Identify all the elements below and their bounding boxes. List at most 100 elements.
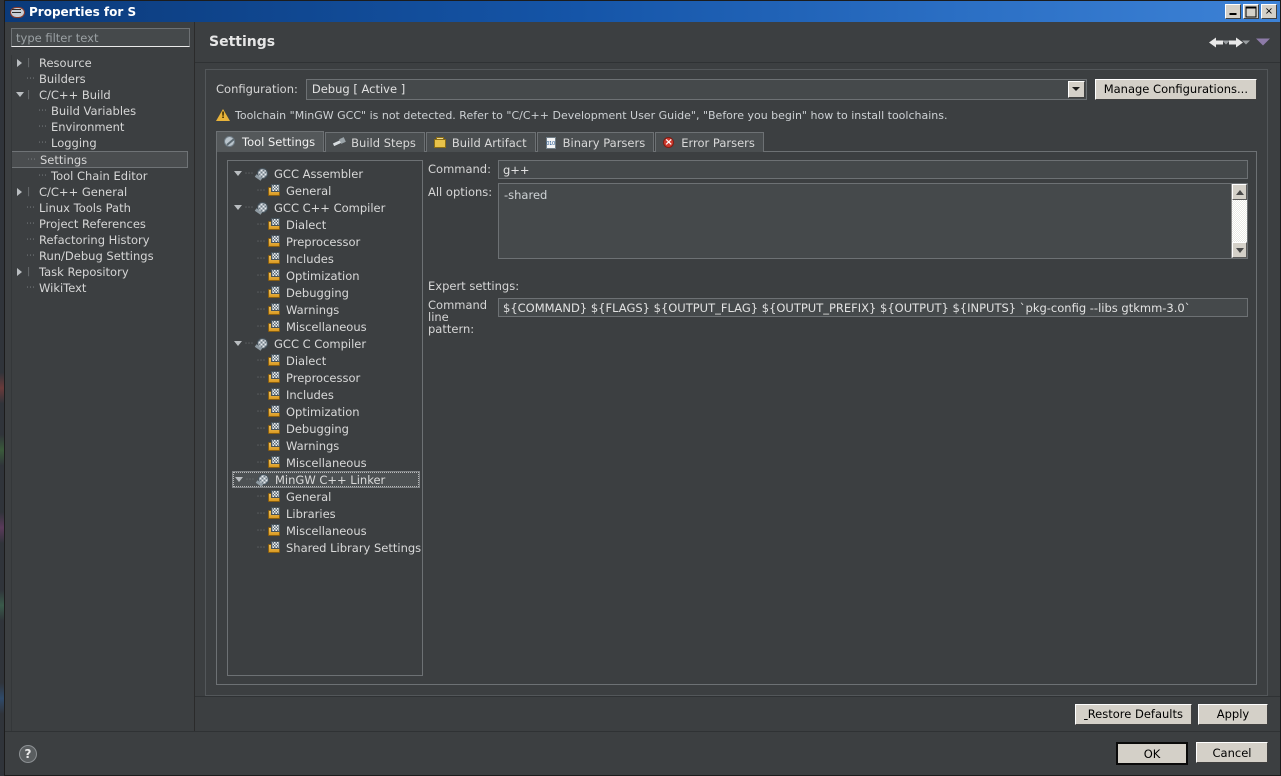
tool-tree-item-warnings[interactable]: ⋯Warnings xyxy=(232,437,420,454)
scroll-up-icon[interactable] xyxy=(1232,184,1247,200)
tree-spacer xyxy=(14,232,26,248)
chevron-right-icon[interactable] xyxy=(14,184,26,200)
folder-icon xyxy=(267,286,282,300)
tool-tree-item-debugging[interactable]: ⋯Debugging xyxy=(232,284,420,301)
tool-tree-item-preprocessor[interactable]: ⋯Preprocessor xyxy=(232,233,420,250)
all-options-textarea[interactable]: -shared xyxy=(498,183,1248,259)
tool-tree-item-miscellaneous[interactable]: ⋯Miscellaneous xyxy=(232,522,420,539)
chevron-down-icon[interactable] xyxy=(233,471,244,488)
tool-tree-item-includes[interactable]: ⋯Includes xyxy=(232,386,420,403)
tree-guide: ⋯ xyxy=(255,271,267,281)
minimize-button[interactable] xyxy=(1225,4,1241,19)
sidebar-item-c-c-build[interactable]: │C/C++ Build xyxy=(12,87,190,103)
sidebar-item-build-variables[interactable]: ⋯Build Variables xyxy=(12,103,190,119)
filter-input[interactable]: type filter text xyxy=(11,28,190,47)
cancel-button[interactable]: Cancel xyxy=(1196,742,1268,763)
dialog-body: type filter text │Resource⋯Builders│C/C+… xyxy=(5,22,1280,731)
sidebar-item-project-references[interactable]: ⋯Project References xyxy=(12,216,190,232)
maximize-button[interactable] xyxy=(1243,4,1259,19)
sidebar-item-c-c-general[interactable]: │C/C++ General xyxy=(12,184,190,200)
help-icon[interactable]: ? xyxy=(19,745,37,763)
tree-guide: ⋯ xyxy=(255,390,267,400)
restore-defaults-button[interactable]: Restore Defaults xyxy=(1075,704,1192,725)
tool-tree-item-dialect[interactable]: ⋯Dialect xyxy=(232,216,420,233)
tool-tree-item-label: Dialect xyxy=(286,218,326,232)
chevron-down-icon[interactable] xyxy=(1068,81,1085,98)
tool-tree-item-miscellaneous[interactable]: ⋯Miscellaneous xyxy=(232,318,420,335)
chevron-down-icon[interactable] xyxy=(14,87,26,103)
sidebar-item-task-repository[interactable]: │Task Repository xyxy=(12,264,190,280)
tab-tool-settings[interactable]: Tool Settings xyxy=(216,131,324,152)
chevron-down-icon[interactable] xyxy=(232,199,243,216)
tool-gear-icon xyxy=(255,167,270,181)
all-options-scrollbar[interactable] xyxy=(1231,184,1247,258)
tool-tree-item-gcc-c-compiler[interactable]: ⋯GCC C Compiler xyxy=(232,335,420,352)
tool-tree-item-debugging[interactable]: ⋯Debugging xyxy=(232,420,420,437)
tool-tree-item-label: GCC C++ Compiler xyxy=(274,201,385,215)
tab-build-artifact[interactable]: Build Artifact xyxy=(426,132,536,152)
tool-tree-item-mingw-c-linker[interactable]: ⋯MinGW C++ Linker xyxy=(232,471,420,488)
tool-tree-item-label: Preprocessor xyxy=(286,235,360,249)
sidebar-item-label: Builders xyxy=(38,72,86,86)
folder-icon xyxy=(267,184,282,198)
tool-tree-item-optimization[interactable]: ⋯Optimization xyxy=(232,403,420,420)
ok-button[interactable]: OK xyxy=(1116,742,1188,765)
scroll-down-icon[interactable] xyxy=(1232,242,1247,258)
close-button[interactable]: × xyxy=(1261,4,1277,19)
folder-icon xyxy=(267,507,282,521)
tool-tree-item-miscellaneous[interactable]: ⋯Miscellaneous xyxy=(232,454,420,471)
forward-history-chevron-down-icon[interactable] xyxy=(1242,40,1250,44)
tree-spacer xyxy=(15,152,27,168)
tool-tree-item-label: Libraries xyxy=(286,507,336,521)
tool-gear-icon xyxy=(255,201,270,215)
apply-button-row: Restore Defaults Apply xyxy=(195,696,1280,731)
tab-error-parsers[interactable]: Error Parsers xyxy=(655,132,764,152)
chevron-down-icon[interactable] xyxy=(232,335,243,352)
command-line-pattern-input[interactable]: ${COMMAND} ${FLAGS} ${OUTPUT_FLAG} ${OUT… xyxy=(498,298,1248,317)
tool-gear-icon xyxy=(255,337,270,351)
footer-buttons: OK Cancel xyxy=(1116,742,1268,765)
tool-tree-item-gcc-assembler[interactable]: ⋯GCC Assembler xyxy=(232,165,420,182)
tool-tree-item-shared-library-settings[interactable]: ⋯Shared Library Settings xyxy=(232,539,420,556)
chevron-down-icon[interactable] xyxy=(232,165,243,182)
tool-tree-item-general[interactable]: ⋯General xyxy=(232,488,420,505)
chevron-right-icon[interactable] xyxy=(14,55,26,71)
sidebar-item-environment[interactable]: ⋯Environment xyxy=(12,119,190,135)
tool-tree-item-general[interactable]: ⋯General xyxy=(232,182,420,199)
tree-spacer xyxy=(244,505,255,522)
command-input[interactable]: g++ xyxy=(498,160,1248,179)
chevron-right-icon[interactable] xyxy=(14,264,26,280)
sidebar-item-builders[interactable]: ⋯Builders xyxy=(12,71,190,87)
configuration-select[interactable]: Debug [ Active ] xyxy=(306,79,1087,100)
tool-tree-item-preprocessor[interactable]: ⋯Preprocessor xyxy=(232,369,420,386)
apply-button[interactable]: Apply xyxy=(1198,704,1268,725)
tree-spacer xyxy=(26,103,38,119)
tool-tree-item-warnings[interactable]: ⋯Warnings xyxy=(232,301,420,318)
settings-tree[interactable]: │Resource⋯Builders│C/C++ Build⋯Build Var… xyxy=(11,55,190,731)
sidebar-item-logging[interactable]: ⋯Logging xyxy=(12,135,190,151)
tool-tree-item-dialect[interactable]: ⋯Dialect xyxy=(232,352,420,369)
tab-build-steps[interactable]: Build Steps xyxy=(325,132,425,152)
tool-tree-item-libraries[interactable]: ⋯Libraries xyxy=(232,505,420,522)
sidebar-item-linux-tools-path[interactable]: ⋯Linux Tools Path xyxy=(12,200,190,216)
tab-binary-parsers[interactable]: Binary Parsers xyxy=(537,132,655,152)
sidebar-item-wikitext[interactable]: ⋯WikiText xyxy=(12,280,190,296)
tool-tree[interactable]: ⋯GCC Assembler⋯General⋯GCC C++ Compiler⋯… xyxy=(227,160,423,676)
manage-configurations-button[interactable]: Manage Configurations... xyxy=(1095,79,1257,100)
sidebar-item-refactoring-history[interactable]: ⋯Refactoring History xyxy=(12,232,190,248)
sidebar-item-settings[interactable]: ⋯Settings xyxy=(11,151,188,168)
tool-tree-item-includes[interactable]: ⋯Includes xyxy=(232,250,420,267)
tool-tree-item-gcc-c-compiler[interactable]: ⋯GCC C++ Compiler xyxy=(232,199,420,216)
sidebar-item-run-debug-settings[interactable]: ⋯Run/Debug Settings xyxy=(12,248,190,264)
tool-tree-item-optimization[interactable]: ⋯Optimization xyxy=(232,267,420,284)
sidebar-item-tool-chain-editor[interactable]: ⋯Tool Chain Editor xyxy=(12,168,190,184)
view-menu-icon[interactable] xyxy=(1256,39,1270,46)
folder-icon xyxy=(267,303,282,317)
sidebar-item-resource[interactable]: │Resource xyxy=(12,55,190,71)
tree-guide: ⋯ xyxy=(243,169,255,179)
sidebar-item-label: Linux Tools Path xyxy=(38,201,131,215)
folder-icon xyxy=(267,524,282,538)
tree-spacer xyxy=(244,182,255,199)
tool-settings-panel: ⋯GCC Assembler⋯General⋯GCC C++ Compiler⋯… xyxy=(216,151,1257,685)
tool-tree-item-label: Debugging xyxy=(286,422,349,436)
